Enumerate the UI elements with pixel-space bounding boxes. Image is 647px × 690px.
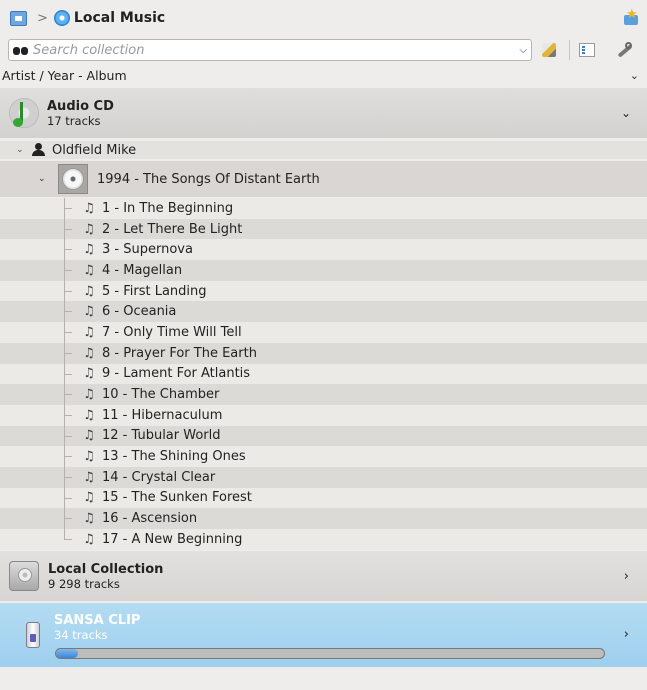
track-label: 9 - Lament For Atlantis xyxy=(102,366,251,382)
track-row[interactable]: ♫ 15 - The Sunken Forest xyxy=(0,487,647,509)
chevron-down-icon[interactable]: ⌄ xyxy=(621,106,631,120)
grouping-label: Artist / Year - Album xyxy=(2,67,127,83)
sansa-clip-source[interactable]: SANSA CLIP 34 tracks › xyxy=(0,603,647,667)
local-collection-source[interactable]: Local Collection 9 298 tracks › xyxy=(0,551,647,601)
music-note-icon: ♫ xyxy=(83,511,95,527)
edit-filters-icon xyxy=(542,43,556,57)
cd-disc-icon xyxy=(58,164,88,194)
album-label: 1994 - The Songs Of Distant Earth xyxy=(97,171,320,187)
track-label: 12 - Tubular World xyxy=(102,428,221,444)
collapse-toggle[interactable]: ⌄ xyxy=(38,174,58,184)
music-note-icon: ♫ xyxy=(83,242,95,258)
hard-drive-icon xyxy=(9,561,39,591)
track-label: 13 - The Shining Ones xyxy=(102,449,246,465)
track-row[interactable]: ♫ 13 - The Shining Ones xyxy=(0,446,647,467)
track-row[interactable]: ♫ 14 - Crystal Clear xyxy=(0,466,647,488)
track-row[interactable]: ♫ 6 - Oceania xyxy=(0,301,647,323)
artist-icon xyxy=(32,143,45,157)
music-note-icon: ♫ xyxy=(83,407,95,423)
capacity-bar-fill xyxy=(56,649,78,658)
chevron-right-icon[interactable]: › xyxy=(624,627,629,642)
track-row[interactable]: ♫ 9 - Lament For Atlantis xyxy=(0,363,647,385)
track-row[interactable]: ♫ 11 - Hibernaculum xyxy=(0,404,647,426)
music-note-icon: ♫ xyxy=(83,366,95,382)
track-label: 14 - Crystal Clear xyxy=(102,469,216,485)
track-label: 10 - The Chamber xyxy=(102,387,220,403)
track-label: 16 - Ascension xyxy=(102,511,198,527)
track-label: 3 - Supernova xyxy=(102,242,193,258)
track-label: 1 - In The Beginning xyxy=(102,200,234,216)
collapse-toggle[interactable]: ⌄ xyxy=(16,145,30,155)
album-row[interactable]: ⌄ 1994 - The Songs Of Distant Earth xyxy=(0,161,647,197)
track-row[interactable]: ♫ 4 - Magellan xyxy=(0,260,647,281)
track-label: 4 - Magellan xyxy=(102,262,183,278)
music-note-icon: ♫ xyxy=(83,449,95,465)
list-view-icon xyxy=(579,43,595,57)
music-note-icon: ♫ xyxy=(83,387,95,403)
artist-row[interactable]: ⌄ Oldfield Mike xyxy=(0,141,647,159)
artist-label: Oldfield Mike xyxy=(52,142,137,158)
usb-device-icon xyxy=(26,622,40,648)
track-label: 11 - Hibernaculum xyxy=(102,407,223,423)
capacity-bar xyxy=(55,648,605,659)
music-note-icon: ♫ xyxy=(83,324,95,340)
track-row[interactable]: ♫ 1 - In The Beginning xyxy=(0,198,647,219)
breadcrumb-title[interactable]: Local Music xyxy=(74,10,165,26)
audio-cd-icon xyxy=(9,96,39,130)
source-track-count: 17 tracks xyxy=(47,113,101,128)
music-note-icon: ♫ xyxy=(83,304,95,320)
track-label: 7 - Only Time Will Tell xyxy=(102,324,242,340)
music-note-icon: ♫ xyxy=(83,200,95,216)
source-title: Local Collection xyxy=(48,561,164,577)
audio-cd-source[interactable]: Audio CD 17 tracks ⌄ xyxy=(0,88,647,138)
track-row[interactable]: ♫ 2 - Let There Be Light xyxy=(0,218,647,240)
track-label: 2 - Let There Be Light xyxy=(102,221,243,237)
source-track-count: 9 298 tracks xyxy=(48,576,120,591)
track-label: 6 - Oceania xyxy=(102,304,177,320)
music-disc-icon xyxy=(53,10,70,26)
chevron-right-icon[interactable]: › xyxy=(624,569,629,584)
chevron-down-icon[interactable]: ⌄ xyxy=(630,69,639,82)
track-row[interactable]: ♫ 17 - A New Beginning xyxy=(0,529,647,550)
breadcrumb-separator: > xyxy=(37,10,48,26)
source-title: SANSA CLIP xyxy=(54,612,141,628)
track-row[interactable]: ♫ 16 - Ascension xyxy=(0,508,647,529)
music-note-icon: ♫ xyxy=(83,345,95,361)
music-note-icon: ♫ xyxy=(83,283,95,299)
source-track-count: 34 tracks xyxy=(54,627,108,642)
track-row[interactable]: ♫ 8 - Prayer For The Earth xyxy=(0,342,647,364)
track-row[interactable]: ♫ 10 - The Chamber xyxy=(0,384,647,405)
track-row[interactable]: ♫ 7 - Only Time Will Tell xyxy=(0,322,647,343)
track-label: 5 - First Landing xyxy=(102,283,207,299)
edit-filters-button[interactable] xyxy=(540,41,558,59)
toolbar-divider xyxy=(569,40,570,60)
view-mode-button[interactable] xyxy=(576,41,598,59)
track-row[interactable]: ♫ 5 - First Landing xyxy=(0,280,647,302)
search-input[interactable] xyxy=(33,42,516,58)
track-label: 15 - The Sunken Forest xyxy=(102,490,252,506)
track-row[interactable]: ♫ 3 - Supernova xyxy=(0,239,647,261)
bookmark-star-icon[interactable]: ★ xyxy=(623,8,639,26)
track-row[interactable]: ♫ 12 - Tubular World xyxy=(0,425,647,447)
binoculars-icon xyxy=(13,44,29,56)
music-note-icon: ♫ xyxy=(83,469,95,485)
music-note-icon: ♫ xyxy=(83,531,95,547)
track-label: 17 - A New Beginning xyxy=(102,531,243,547)
search-bar: ⌵ xyxy=(8,39,532,61)
chevron-down-icon[interactable]: ⌵ xyxy=(519,45,527,56)
music-note-icon: ♫ xyxy=(83,428,95,444)
source-title: Audio CD xyxy=(47,98,114,114)
wrench-icon xyxy=(615,41,635,59)
music-note-icon: ♫ xyxy=(83,221,95,237)
breadcrumb: > Local Music ★ xyxy=(0,0,647,36)
music-note-icon: ♫ xyxy=(83,262,95,278)
track-label: 8 - Prayer For The Earth xyxy=(102,345,257,361)
music-note-icon: ♫ xyxy=(83,490,95,506)
home-icon[interactable] xyxy=(10,10,27,26)
track-list: ♫ 1 - In The Beginning ♫ 2 - Let There Be … xyxy=(0,198,647,550)
grouping-selector[interactable]: Artist / Year - Album ⌄ xyxy=(0,66,647,84)
settings-button[interactable] xyxy=(612,41,638,59)
